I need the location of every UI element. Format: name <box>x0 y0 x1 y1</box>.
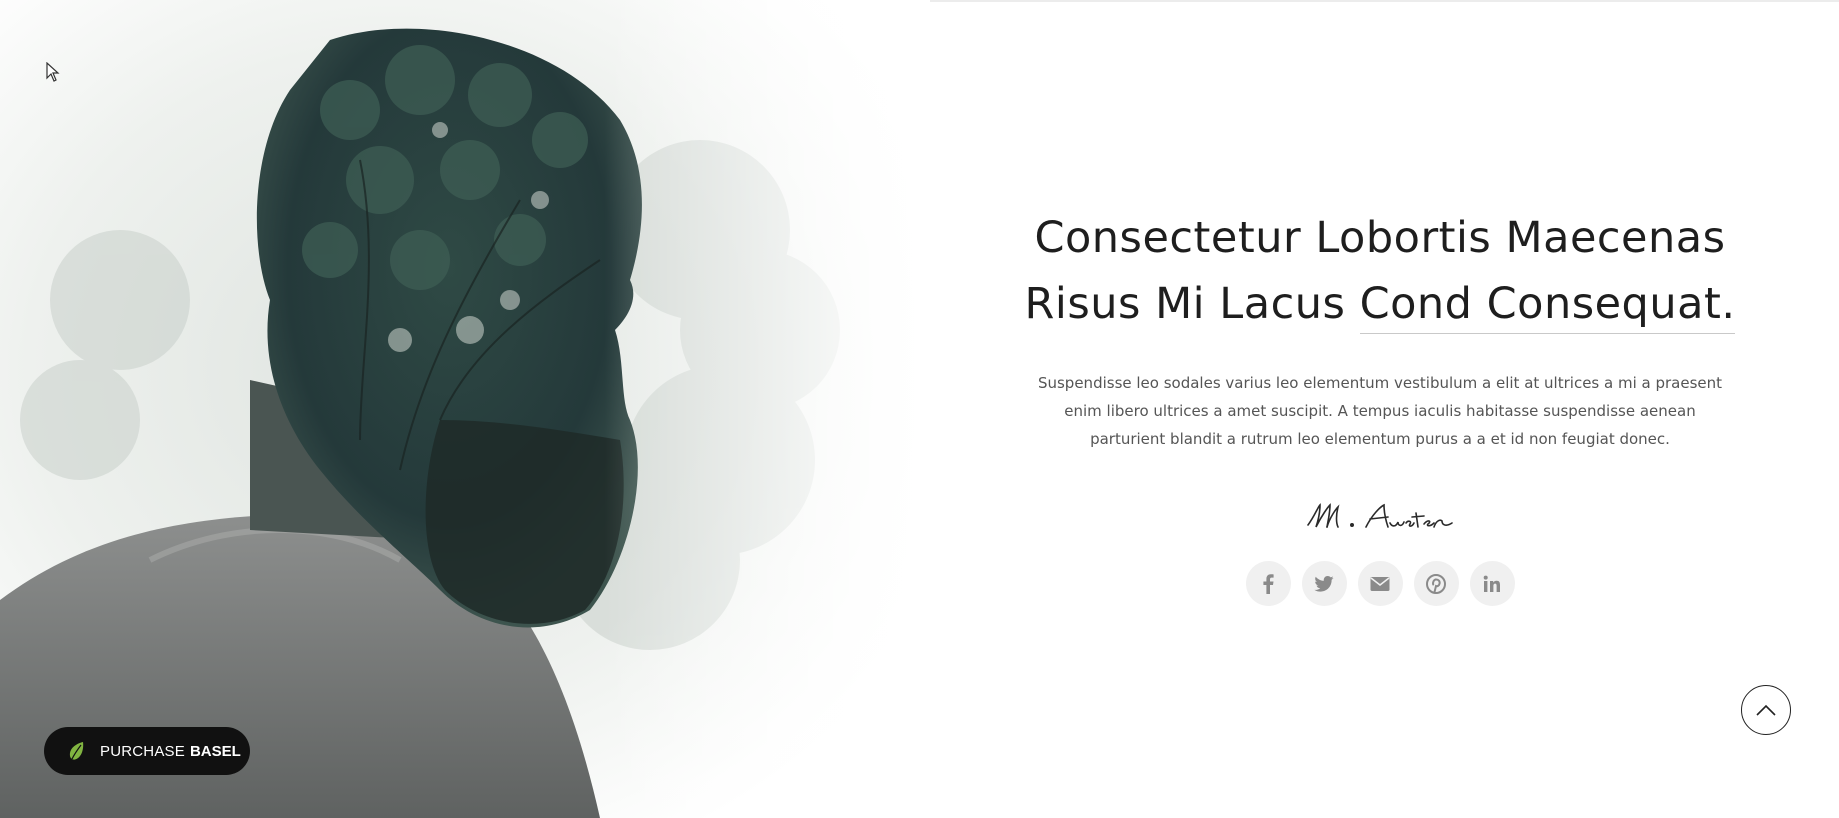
scroll-to-top-button[interactable] <box>1741 685 1791 735</box>
linkedin-icon <box>1483 575 1500 592</box>
hero-description: Suspendisse leo sodales varius leo eleme… <box>1037 374 1723 448</box>
hero-title-underlined: Cond Consequat. <box>1359 279 1736 334</box>
purchase-basel-button[interactable]: PURCHASE BASEL <box>44 727 250 775</box>
social-share-row <box>1000 561 1760 606</box>
envato-leaf-icon <box>69 742 84 760</box>
chevron-up-icon <box>1756 704 1776 716</box>
purchase-label: PURCHASE <box>100 742 185 760</box>
linkedin-button[interactable] <box>1469 561 1515 606</box>
mouse-cursor-icon <box>46 61 60 87</box>
pinterest-icon <box>1426 573 1446 594</box>
signature-image <box>1307 503 1453 528</box>
twitter-icon <box>1314 575 1334 592</box>
hero-title-line2-part1: Risus Mi Lacus <box>1024 279 1346 329</box>
facebook-icon <box>1263 573 1274 594</box>
hero-title: Consectetur Lobortis Maecenas Risus Mi L… <box>1000 205 1760 337</box>
purchase-label-bold: BASEL <box>189 742 241 760</box>
hero-title-line1: Consectetur Lobortis Maecenas <box>1034 213 1726 263</box>
envelope-icon <box>1370 576 1390 591</box>
hero-text-block: Consectetur Lobortis Maecenas Risus Mi L… <box>1000 205 1760 606</box>
email-button[interactable] <box>1357 561 1403 606</box>
hero-image <box>0 0 930 818</box>
pinterest-button[interactable] <box>1413 561 1459 606</box>
twitter-button[interactable] <box>1301 561 1347 606</box>
facebook-button[interactable] <box>1245 561 1291 606</box>
signature-text: M. Austen <box>1380 535 1381 536</box>
